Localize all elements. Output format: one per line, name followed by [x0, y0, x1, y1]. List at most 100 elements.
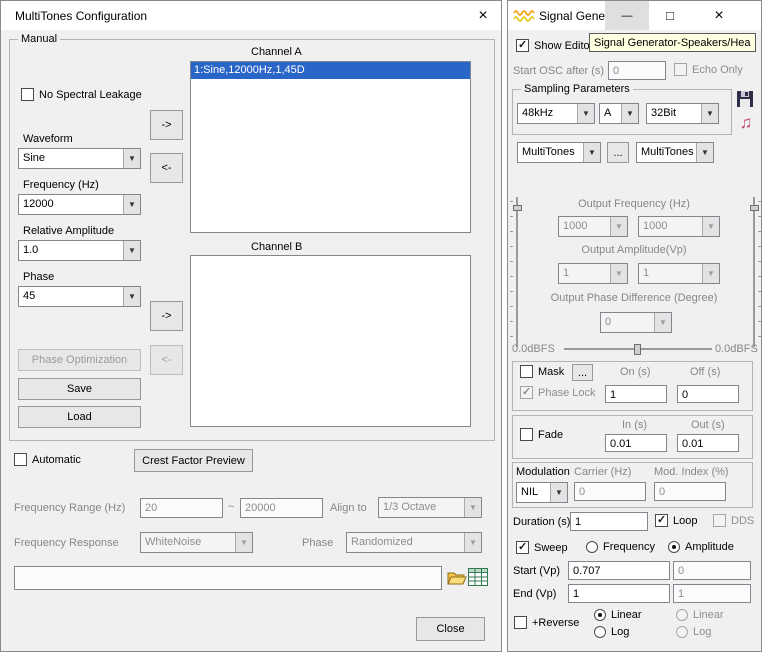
dds-checkbox[interactable]: DDS	[713, 514, 754, 527]
right-level-slider[interactable]	[749, 197, 761, 347]
chevron-down-icon: ▼	[610, 217, 627, 236]
start-frequency-input[interactable]: 0	[673, 561, 751, 580]
crest-factor-preview-button[interactable]: Crest Factor Preview	[134, 449, 253, 472]
chevron-down-icon: ▼	[577, 104, 594, 123]
frequency-linear-radio[interactable]: Linear	[676, 609, 724, 621]
no-spectral-leakage-checkbox[interactable]: No Spectral Leakage	[21, 88, 142, 101]
relative-amplitude-select[interactable]: 1.0 ▼	[18, 240, 141, 261]
mask-off-input[interactable]: 0	[677, 385, 739, 403]
minimize-icon[interactable]: —	[605, 1, 649, 30]
close-icon[interactable]: ×	[695, 1, 743, 30]
sweep-frequency-radio[interactable]: Frequency	[586, 541, 655, 553]
music-note-icon[interactable]: ♫	[737, 113, 755, 133]
end-frequency-input[interactable]: 1	[673, 584, 751, 603]
output-frequency-left-select[interactable]: 1000 ▼	[558, 216, 628, 237]
frequency-select[interactable]: 12000 ▼	[18, 194, 141, 215]
balance-slider[interactable]	[564, 342, 712, 356]
wave-type-select-b[interactable]: MultiTones ▼	[636, 142, 714, 163]
amplitude-log-radio[interactable]: Log	[594, 626, 629, 638]
wave-type-select[interactable]: MultiTones ▼	[517, 142, 601, 163]
end-amplitude-input[interactable]: 1	[568, 584, 670, 603]
move-left-button-top[interactable]: <-	[150, 153, 183, 183]
list-item[interactable]: 1:Sine,12000Hz,1,45D	[191, 62, 470, 79]
load-button[interactable]: Load	[18, 406, 141, 428]
sweep-checkbox[interactable]: ✓ Sweep	[516, 541, 568, 554]
phase-mode-select[interactable]: Randomized ▼	[346, 532, 482, 553]
output-amplitude-right-select[interactable]: 1 ▼	[638, 263, 720, 284]
automatic-checkbox[interactable]: Automatic	[14, 453, 81, 466]
grid-table-icon[interactable]	[467, 566, 489, 588]
move-left-button-bottom[interactable]: <-	[150, 345, 183, 375]
reverse-checkbox[interactable]: +Reverse	[514, 616, 579, 629]
amplitude-linear-radio[interactable]: Linear	[594, 609, 642, 621]
save-button[interactable]: Save	[18, 378, 141, 400]
output-frequency-right-select[interactable]: 1000 ▼	[638, 216, 720, 237]
fade-in-input[interactable]: 0.01	[605, 434, 667, 452]
slider-thumb[interactable]	[513, 205, 522, 211]
close-icon[interactable]: ×	[467, 1, 499, 30]
fade-out-input[interactable]: 0.01	[677, 434, 739, 452]
chevron-down-icon: ▼	[610, 264, 627, 283]
move-right-button-bottom[interactable]: ->	[150, 301, 183, 331]
sweep-amplitude-radio[interactable]: Amplitude	[668, 541, 734, 553]
mod-index-input[interactable]: 0	[654, 482, 726, 501]
chevron-down-icon: ▼	[123, 149, 140, 168]
carrier-label: Carrier (Hz)	[574, 466, 631, 479]
browse-button[interactable]: ...	[607, 142, 629, 163]
phase-select[interactable]: 45 ▼	[18, 286, 141, 307]
carrier-input[interactable]: 0	[574, 482, 646, 501]
bit-depth-value: 32Bit	[647, 104, 701, 123]
open-folder-icon[interactable]	[447, 570, 467, 586]
waveform-select[interactable]: Sine ▼	[18, 148, 141, 169]
mask-on-input[interactable]: 1	[605, 385, 667, 403]
show-editor-checkbox[interactable]: ✓ Show Editor	[516, 39, 593, 52]
channel-value: A	[600, 104, 621, 123]
start-osc-input[interactable]: 0	[608, 61, 666, 80]
frequency-value: 12000	[19, 195, 123, 214]
channel-select[interactable]: A ▼	[599, 103, 639, 124]
phase-lock-checkbox[interactable]: ✓ Phase Lock	[520, 386, 595, 399]
fade-checkbox[interactable]: Fade	[520, 428, 563, 441]
radio-label: Log	[693, 626, 711, 638]
frequency-range-to-input[interactable]: 20000	[240, 498, 323, 518]
chevron-down-icon: ▼	[464, 533, 481, 552]
save-floppy-icon[interactable]	[736, 90, 754, 108]
slider-thumb[interactable]	[634, 344, 641, 355]
frequency-range-label: Frequency Range (Hz)	[14, 502, 125, 515]
align-to-select[interactable]: 1/3 Octave ▼	[378, 497, 482, 518]
modulation-type-select[interactable]: NIL ▼	[516, 482, 568, 503]
frequency-response-select[interactable]: WhiteNoise ▼	[140, 532, 253, 553]
frequency-range-from-input[interactable]: 20	[140, 498, 223, 518]
echo-only-checkbox[interactable]: Echo Only	[674, 63, 743, 76]
align-to-value: 1/3 Octave	[379, 498, 464, 517]
channel-b-listbox[interactable]	[190, 255, 471, 427]
loop-checkbox[interactable]: ✓ Loop	[655, 514, 697, 527]
start-amplitude-input[interactable]: 0.707	[568, 561, 670, 580]
channel-a-listbox[interactable]: 1:Sine,12000Hz,1,45D	[190, 61, 471, 233]
mask-checkbox[interactable]: Mask	[520, 365, 564, 378]
frequency-log-radio[interactable]: Log	[676, 626, 711, 638]
chevron-down-icon: ▼	[123, 241, 140, 260]
manual-group-label: Manual	[18, 33, 60, 45]
phase-optimization-button[interactable]: Phase Optimization	[18, 349, 141, 371]
left-level-slider[interactable]	[510, 197, 522, 347]
title-bar[interactable]: MultiTones Configuration ×	[1, 1, 501, 30]
bit-depth-select[interactable]: 32Bit ▼	[646, 103, 719, 124]
title-bar[interactable]: Signal Gener... — □ ×	[508, 1, 761, 30]
output-amplitude-left-select[interactable]: 1 ▼	[558, 263, 628, 284]
checkbox-box	[520, 428, 533, 441]
phase-label: Phase	[23, 271, 54, 284]
checkbox-box	[520, 365, 533, 378]
file-path-input[interactable]	[14, 566, 442, 590]
modulation-type-value: NIL	[517, 483, 550, 502]
close-button[interactable]: Close	[416, 617, 485, 641]
mask-browse-button[interactable]: ...	[572, 364, 593, 381]
move-right-button-top[interactable]: ->	[150, 110, 183, 140]
checkbox-box	[514, 616, 527, 629]
slider-thumb[interactable]	[750, 205, 759, 211]
duration-input[interactable]: 1	[570, 512, 648, 531]
maximize-icon[interactable]: □	[649, 1, 691, 30]
output-phase-select[interactable]: 0 ▼	[600, 312, 672, 333]
sample-rate-select[interactable]: 48kHz ▼	[517, 103, 595, 124]
output-amplitude-label: Output Amplitude(Vp)	[528, 244, 740, 257]
